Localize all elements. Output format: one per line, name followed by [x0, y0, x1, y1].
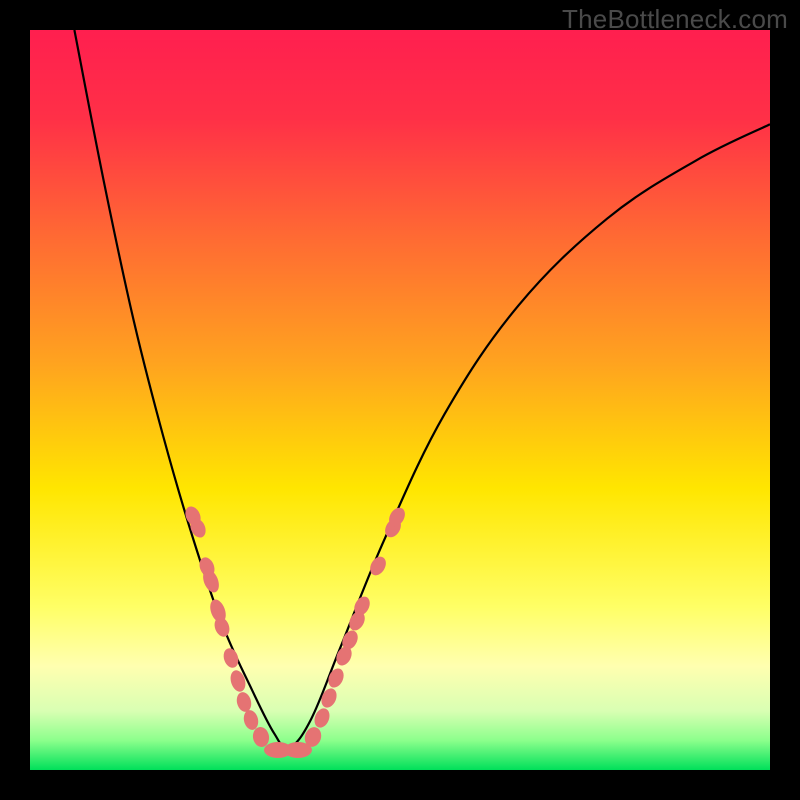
- gradient-background: [30, 30, 770, 770]
- plot-svg: [30, 30, 770, 770]
- watermark-text: TheBottleneck.com: [562, 4, 788, 35]
- plot-area: [30, 30, 770, 770]
- chart-frame: TheBottleneck.com: [0, 0, 800, 800]
